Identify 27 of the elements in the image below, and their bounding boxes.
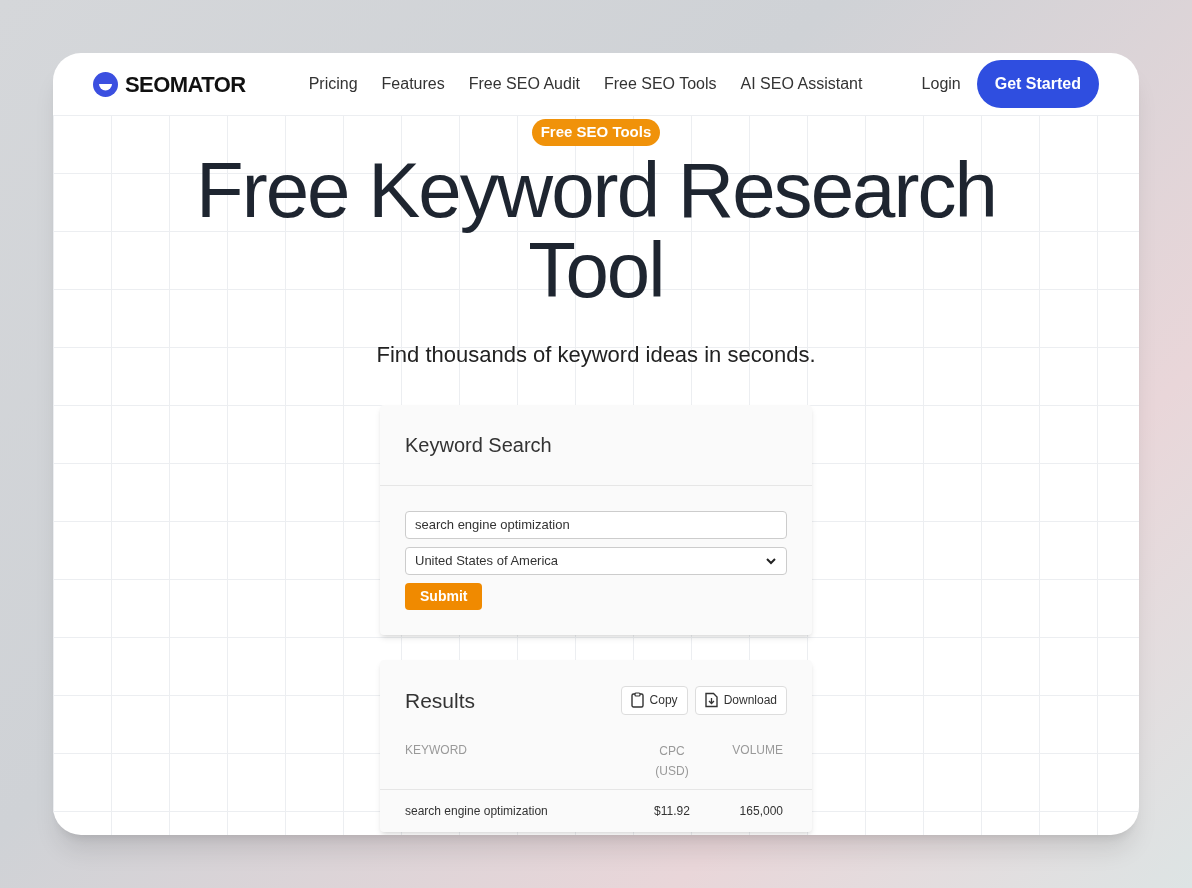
table-cell: $11.92 bbox=[654, 804, 690, 818]
brand-name: SEOMATOR bbox=[125, 70, 246, 99]
file-download-icon bbox=[704, 692, 718, 709]
card-title: Keyword Search bbox=[405, 432, 552, 458]
table-cell: search engine optimization bbox=[405, 804, 548, 818]
category-badge: Free SEO Tools bbox=[531, 119, 661, 146]
get-started-button[interactable]: Get Started bbox=[976, 60, 1099, 108]
column-header: KEYWORD bbox=[405, 743, 467, 757]
page-title: Free Keyword Research Tool bbox=[194, 149, 998, 310]
subtitle: Find thousands of keyword ideas in seconds. bbox=[376, 340, 816, 369]
logo-icon bbox=[93, 71, 118, 97]
copy-button[interactable]: Copy bbox=[620, 685, 688, 715]
card-title: Results bbox=[405, 687, 476, 714]
nav-link[interactable]: Features bbox=[381, 72, 445, 96]
column-header: CPC (USD) bbox=[654, 743, 690, 780]
chevron-down-icon bbox=[765, 556, 777, 565]
nav-link[interactable]: Free SEO Tools bbox=[603, 72, 717, 96]
nav-link[interactable]: Pricing bbox=[308, 72, 358, 96]
nav-link[interactable]: Free SEO Audit bbox=[468, 72, 580, 96]
download-button[interactable]: Download bbox=[694, 685, 787, 715]
login-link[interactable]: Login bbox=[921, 72, 961, 96]
column-header: VOLUME bbox=[732, 743, 783, 757]
keyword-field[interactable]: search engine optimization bbox=[405, 510, 787, 539]
table-cell: 165,000 bbox=[739, 804, 783, 818]
clipboard-icon bbox=[630, 692, 644, 709]
country-select[interactable]: United States of America bbox=[405, 546, 787, 575]
nav-link[interactable]: AI SEO Assistant bbox=[740, 72, 863, 96]
